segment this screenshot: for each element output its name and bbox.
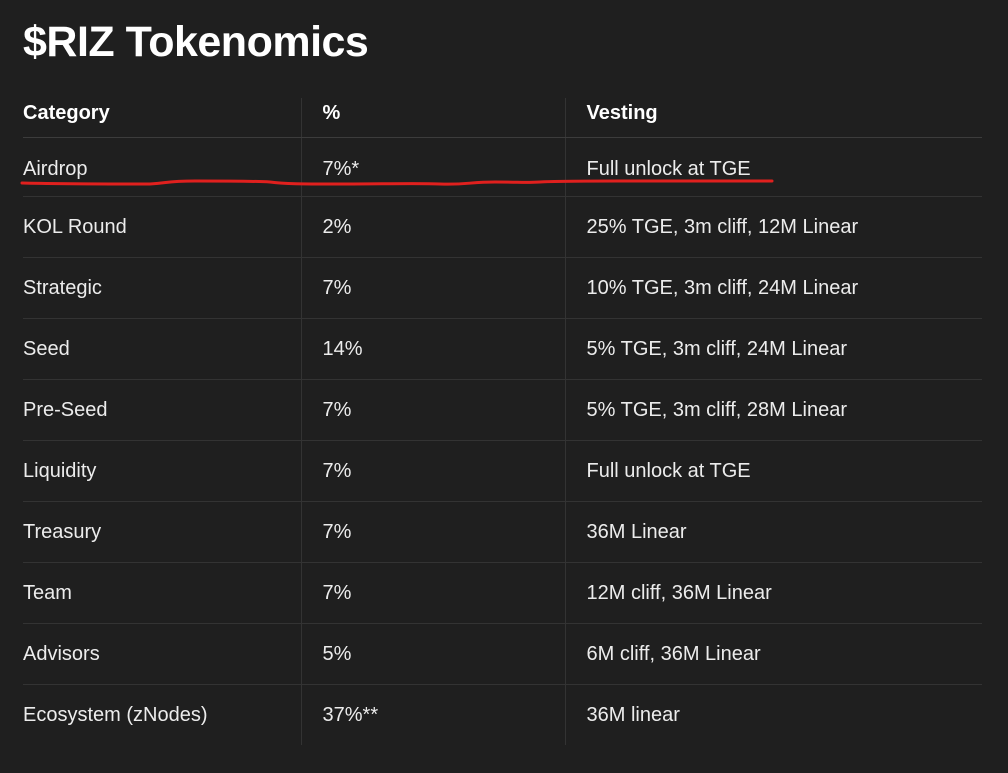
row-percent: 7%	[300, 440, 565, 502]
row-category: Seed	[23, 318, 301, 380]
row-percent: 7%*	[300, 137, 565, 197]
row-category: Treasury	[23, 501, 301, 563]
tokenomics-table: Category % Vesting Airdrop 7%* Full unlo…	[23, 98, 982, 745]
table-row: Strategic 7% 10% TGE, 3m cliff, 24M Line…	[23, 257, 982, 319]
row-category: Strategic	[23, 257, 301, 319]
table-row: Seed 14% 5% TGE, 3m cliff, 24M Linear	[23, 318, 982, 380]
table-row: Team 7% 12M cliff, 36M Linear	[23, 562, 982, 624]
table-row: Ecosystem (zNodes) 37%** 36M linear	[23, 684, 982, 745]
row-vesting: 6M cliff, 36M Linear	[564, 623, 982, 685]
header-category: Category	[23, 98, 301, 138]
row-category: Airdrop	[23, 137, 301, 197]
table-row: Liquidity 7% Full unlock at TGE	[23, 440, 982, 502]
row-category: Advisors	[23, 623, 301, 685]
row-category: Team	[23, 562, 301, 624]
row-percent: 37%**	[300, 684, 565, 745]
row-vesting: 25% TGE, 3m cliff, 12M Linear	[564, 196, 982, 258]
row-vesting: Full unlock at TGE	[564, 440, 982, 502]
row-percent: 7%	[300, 379, 565, 441]
row-vesting: 5% TGE, 3m cliff, 28M Linear	[564, 379, 982, 441]
row-percent: 7%	[300, 257, 565, 319]
row-percent: 7%	[300, 562, 565, 624]
row-vesting: 12M cliff, 36M Linear	[564, 562, 982, 624]
table-row: Airdrop 7%* Full unlock at TGE	[23, 137, 982, 197]
row-percent: 14%	[300, 318, 565, 380]
row-percent: 7%	[300, 501, 565, 563]
row-category: KOL Round	[23, 196, 301, 258]
row-vesting: 36M Linear	[564, 501, 982, 563]
row-category: Ecosystem (zNodes)	[23, 703, 208, 726]
row-category: Pre-Seed	[23, 379, 301, 441]
row-vesting: 36M linear	[564, 684, 982, 745]
page-title: $RIZ Tokenomics	[23, 18, 369, 66]
row-vesting: 10% TGE, 3m cliff, 24M Linear	[564, 257, 982, 319]
row-category: Liquidity	[23, 440, 301, 502]
table-row: KOL Round 2% 25% TGE, 3m cliff, 12M Line…	[23, 196, 982, 258]
row-vesting: Full unlock at TGE	[564, 137, 982, 197]
header-percent: %	[300, 98, 565, 138]
header-vesting: Vesting	[564, 98, 982, 138]
table-row: Treasury 7% 36M Linear	[23, 501, 982, 563]
row-percent: 5%	[300, 623, 565, 685]
row-percent: 2%	[300, 196, 565, 258]
table-header-row: Category % Vesting	[23, 98, 982, 138]
table-row: Pre-Seed 7% 5% TGE, 3m cliff, 28M Linear	[23, 379, 982, 441]
row-vesting: 5% TGE, 3m cliff, 24M Linear	[564, 318, 982, 380]
table-row: Advisors 5% 6M cliff, 36M Linear	[23, 623, 982, 685]
